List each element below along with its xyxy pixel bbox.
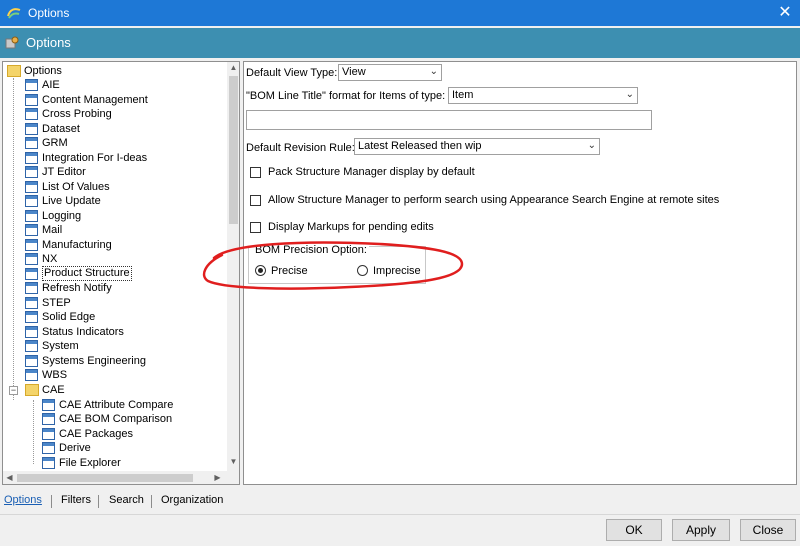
tab-separator xyxy=(51,495,52,508)
tree-connector-cae xyxy=(33,400,34,464)
page-icon xyxy=(42,413,55,425)
scroll-right-icon[interactable]: ▶ xyxy=(211,473,224,482)
chevron-down-icon: ⌄ xyxy=(587,140,596,151)
page-icon xyxy=(42,428,55,440)
page-icon xyxy=(25,239,38,251)
tab-options[interactable]: Options xyxy=(4,494,42,506)
bom-line-title-label: "BOM Line Title" format for Items of typ… xyxy=(246,90,446,102)
window-title: Options xyxy=(28,6,70,20)
scroll-down-icon[interactable]: ▼ xyxy=(227,457,239,466)
scroll-corner xyxy=(227,471,239,484)
checkbox-box[interactable] xyxy=(250,167,261,178)
precise-radio[interactable] xyxy=(255,265,266,276)
default-revision-rule-label: Default Revision Rule: xyxy=(246,142,355,154)
tab-filters[interactable]: Filters xyxy=(61,494,91,506)
vertical-scroll-thumb[interactable] xyxy=(229,76,238,224)
page-icon xyxy=(25,326,38,338)
ok-button[interactable]: OK xyxy=(606,519,662,541)
horizontal-scroll-thumb[interactable] xyxy=(17,474,193,482)
page-icon xyxy=(25,94,38,106)
checkbox-box[interactable] xyxy=(250,222,261,233)
chevron-down-icon: ⌄ xyxy=(429,66,438,77)
tree-root-label: Options xyxy=(24,65,62,77)
close-button[interactable]: Close xyxy=(740,519,796,541)
collapse-toggle-icon[interactable]: − xyxy=(9,386,18,395)
page-icon xyxy=(25,297,38,309)
default-view-type-label: Default View Type: xyxy=(246,67,338,79)
bom-precision-legend: BOM Precision Option: xyxy=(253,244,369,256)
precise-label[interactable]: Precise xyxy=(271,265,308,277)
page-icon xyxy=(25,282,38,294)
scroll-up-icon[interactable]: ▲ xyxy=(227,63,239,72)
page-icon xyxy=(25,181,38,193)
imprecise-radio[interactable] xyxy=(357,265,368,276)
tab-separator xyxy=(98,495,99,508)
folder-icon xyxy=(7,65,21,77)
page-icon xyxy=(25,355,38,367)
page-icon xyxy=(25,123,38,135)
header-title: Options xyxy=(26,35,71,50)
options-header: Options xyxy=(0,28,800,58)
tab-organization[interactable]: Organization xyxy=(161,494,223,506)
page-icon xyxy=(25,369,38,381)
page-icon xyxy=(25,166,38,178)
tree-horizontal-scrollbar[interactable]: ◀ ▶ xyxy=(3,471,227,484)
tab-search[interactable]: Search xyxy=(109,494,144,506)
page-icon xyxy=(25,195,38,207)
dialog-footer: OK Apply Close xyxy=(0,514,800,546)
page-icon xyxy=(25,253,38,265)
apply-button[interactable]: Apply xyxy=(672,519,730,541)
tree-vertical-scrollbar[interactable]: ▲ ▼ xyxy=(227,62,239,471)
page-icon xyxy=(25,79,38,91)
bom-line-title-format-input[interactable] xyxy=(246,110,652,130)
bottom-tab-bar: Options Filters Search Organization xyxy=(0,494,400,512)
tab-separator xyxy=(151,495,152,508)
page-icon xyxy=(25,210,38,222)
options-tree: Options AIE Content Management Cross Pro… xyxy=(2,61,240,485)
options-gear-icon xyxy=(5,36,19,49)
close-icon[interactable]: ✕ xyxy=(770,0,800,26)
page-icon xyxy=(25,224,38,236)
page-icon xyxy=(42,399,55,411)
default-view-type-select[interactable]: View ⌄ xyxy=(338,64,442,81)
chevron-down-icon: ⌄ xyxy=(625,89,634,100)
page-icon xyxy=(42,442,55,454)
bom-line-title-type-select[interactable]: Item ⌄ xyxy=(448,87,638,104)
window-titlebar: Options ✕ xyxy=(0,0,800,26)
page-icon xyxy=(25,108,38,120)
product-structure-options-panel: Default View Type: View ⌄ "BOM Line Titl… xyxy=(243,61,797,485)
checkbox-box[interactable] xyxy=(250,195,261,206)
default-revision-rule-select[interactable]: Latest Released then wip ⌄ xyxy=(354,138,600,155)
page-icon xyxy=(25,268,38,280)
app-icon xyxy=(7,8,21,19)
page-icon xyxy=(25,137,38,149)
bom-precision-option-group: BOM Precision Option: Precise Imprecise xyxy=(248,244,426,284)
folder-icon xyxy=(25,384,39,396)
page-icon xyxy=(25,340,38,352)
page-icon xyxy=(42,457,55,469)
page-icon xyxy=(25,311,38,323)
imprecise-label[interactable]: Imprecise xyxy=(373,265,421,277)
page-icon xyxy=(25,152,38,164)
tree-connector xyxy=(13,78,14,400)
scroll-left-icon[interactable]: ◀ xyxy=(3,473,16,482)
